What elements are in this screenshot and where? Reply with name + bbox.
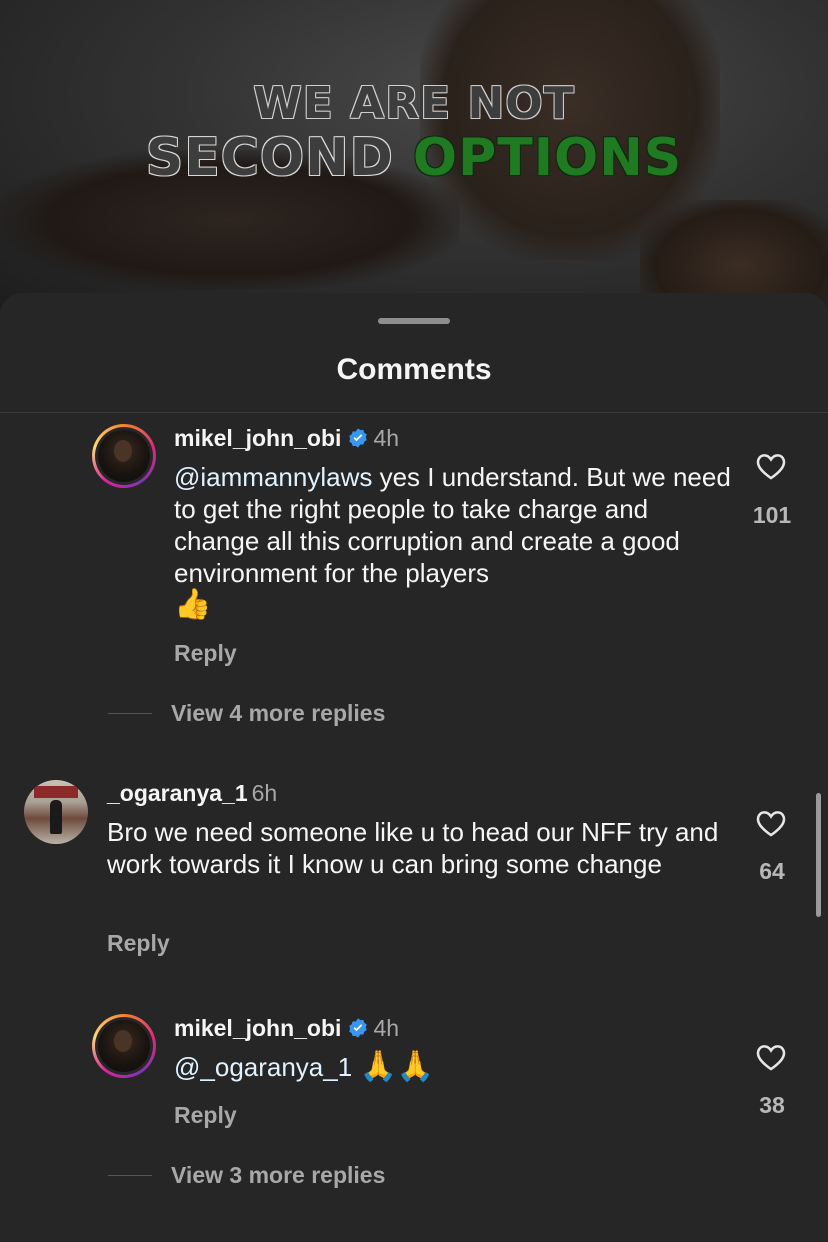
avatar[interactable] (92, 1014, 156, 1078)
comment-mention[interactable]: @_ogaranya_1 (174, 1052, 352, 1082)
comment-time: 4h (373, 1015, 400, 1041)
video-caption-white: SECOND (145, 128, 394, 188)
more-replies-line (108, 713, 152, 714)
video-caption-line2: SECOND OPTIONS (0, 128, 828, 188)
avatar[interactable] (24, 780, 88, 844)
scrollbar[interactable] (816, 793, 821, 917)
comment-username[interactable]: mikel_john_obi (174, 1015, 341, 1041)
praying-hands-emoji: 🙏🙏 (359, 1049, 435, 1084)
comment-text: @iammannylaws yes I understand. But we n… (174, 461, 734, 621)
comment-meta: mikel_john_obi 4h (174, 425, 399, 452)
verified-badge-icon (349, 428, 368, 448)
comment-meta: _ogaranya_1 6h (107, 780, 277, 807)
video-caption-line1: WE ARE NOT (253, 78, 575, 129)
like-count: 64 (759, 858, 785, 884)
heart-icon[interactable] (753, 806, 789, 840)
view-more-replies-button[interactable]: View 4 more replies (171, 700, 385, 727)
reply-button[interactable]: Reply (107, 930, 170, 957)
verified-badge-icon (349, 1018, 368, 1038)
comment-meta: mikel_john_obi 4h (174, 1015, 399, 1042)
comment-text: @_ogaranya_1 🙏🙏 (174, 1051, 734, 1083)
reply-button[interactable]: Reply (174, 1102, 237, 1129)
header-divider (0, 412, 828, 413)
comment-time: 6h (251, 780, 278, 806)
heart-icon[interactable] (753, 1040, 789, 1074)
video-caption-green: OPTIONS (412, 128, 683, 188)
comment-mention[interactable]: @iammannylaws (174, 462, 372, 492)
thumbs-up-emoji: 👍 (174, 587, 212, 622)
more-replies-line (108, 1175, 152, 1176)
reply-button[interactable]: Reply (174, 640, 237, 667)
comment-username[interactable]: _ogaranya_1 (107, 780, 248, 806)
sheet-title: Comments (336, 353, 492, 386)
like-count: 38 (759, 1092, 785, 1118)
video-preview[interactable]: WE ARE NOT SECOND OPTIONS (0, 0, 828, 310)
comment-body: Bro we need someone like u to head our N… (107, 817, 719, 879)
heart-icon[interactable] (753, 449, 789, 483)
sheet-drag-handle[interactable] (378, 318, 450, 324)
view-more-replies-button[interactable]: View 3 more replies (171, 1162, 385, 1189)
comment-username[interactable]: mikel_john_obi (174, 425, 341, 451)
comment-time: 4h (373, 425, 400, 451)
avatar[interactable] (92, 424, 156, 488)
like-count: 101 (752, 502, 792, 528)
